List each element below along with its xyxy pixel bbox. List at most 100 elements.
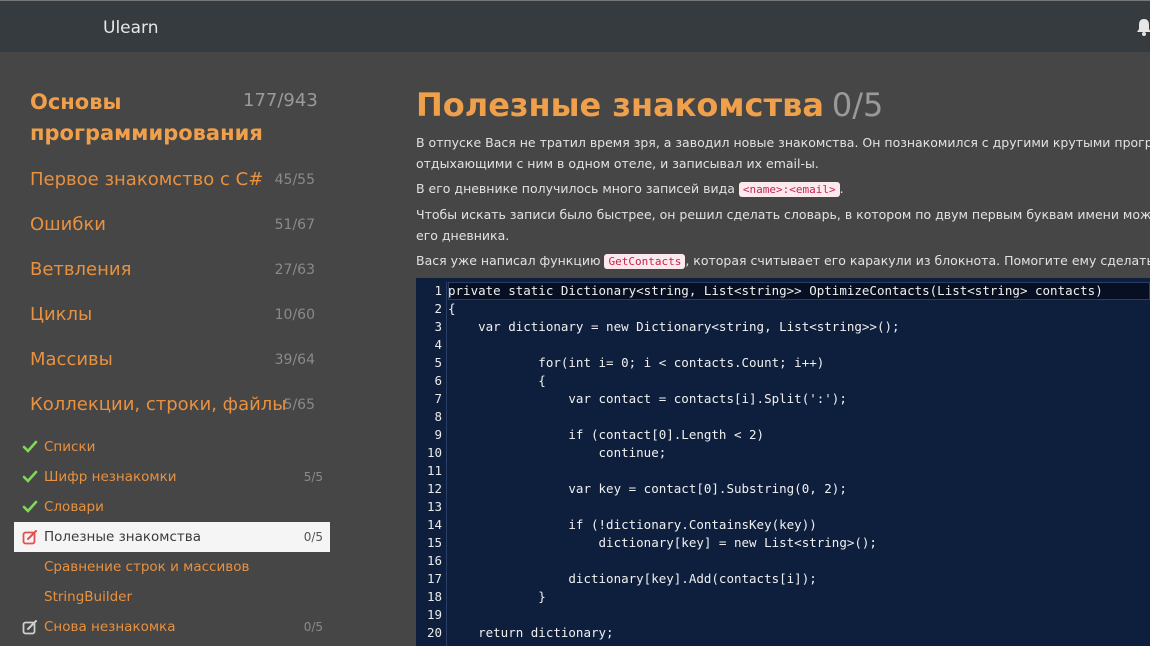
line-number: 8 — [434, 409, 442, 424]
line-number-row: 18 — [416, 588, 446, 606]
line-number-row: 4 — [416, 336, 446, 354]
code-line[interactable] — [448, 498, 1148, 516]
slide-score: 0/5 — [303, 530, 323, 544]
line-number-row: 17 — [416, 570, 446, 588]
line-number: 12 — [426, 481, 442, 496]
unit-title: Ветвления — [30, 259, 132, 280]
course-score: 177/943 — [243, 90, 318, 111]
code-area[interactable]: private static Dictionary<string, List<s… — [448, 282, 1148, 642]
code-line[interactable]: var dictionary = new Dictionary<string, … — [448, 318, 1148, 336]
inline-code: GetContacts — [604, 254, 686, 269]
paragraph-line: отдыхающими с ним в одном отеле, и запис… — [416, 156, 819, 171]
line-number: 5 — [434, 355, 442, 370]
line-number: 1 — [434, 283, 442, 298]
check-icon — [22, 500, 38, 513]
line-number-row: 15 — [416, 534, 446, 552]
slide-item-active[interactable]: Полезные знакомства 0/5 — [14, 522, 330, 552]
code-line[interactable]: for(int i= 0; i < contacts.Count; i++) — [448, 354, 1148, 372]
line-number-row: 14 — [416, 516, 446, 534]
code-line[interactable] — [448, 552, 1148, 570]
line-number: 10 — [426, 445, 442, 460]
unit-score: 51/67 — [274, 217, 315, 233]
code-line[interactable]: return dictionary; — [448, 624, 1148, 642]
unit-item[interactable]: Ветвления 27/63 — [30, 259, 330, 289]
line-number-row: 10 — [416, 444, 446, 462]
code-editor[interactable]: 1 2 3 4 5 6 7 8 9 10 11 12 13 14 15 16 17 18 19 20 private … — [416, 278, 1150, 646]
unit-item[interactable]: Коллекции, строки, файлы 5/65 — [30, 394, 330, 424]
slide-title: Шифр незнакомки — [44, 469, 177, 485]
unit-title: Массивы — [30, 349, 113, 370]
code-line-text: var key = contact[0].Substring(0, 2); — [448, 481, 847, 496]
task-paragraph: В его дневнике получилось много записей … — [416, 178, 1150, 200]
code-line[interactable]: var key = contact[0].Substring(0, 2); — [448, 480, 1148, 498]
course-sidebar: Основы программирования 177/943 Первое з… — [0, 52, 345, 646]
code-line-text: return dictionary; — [448, 625, 614, 640]
code-line[interactable]: dictionary[key] = new List<string>(); — [448, 534, 1148, 552]
code-line[interactable]: if (!dictionary.ContainsKey(key)) — [448, 516, 1148, 534]
paragraph-line: Чтобы искать записи было быстрее, он реш… — [416, 207, 1150, 222]
code-line[interactable]: if (contact[0].Length < 2) — [448, 426, 1148, 444]
paragraph-line: В отпуске Вася не тратил время зря, а за… — [416, 135, 1150, 150]
page-title: Полезные знакомства 0/5 — [416, 86, 883, 124]
unit-score: 10/60 — [274, 307, 315, 323]
code-line[interactable] — [448, 336, 1148, 354]
slide-title: Списки — [44, 439, 96, 455]
code-line-text: dictionary[key] = new List<string>(); — [448, 535, 877, 550]
top-navbar: Ulearn — [0, 0, 1150, 52]
line-number-row: 1 — [416, 282, 446, 300]
slide-score: 5/5 — [303, 470, 323, 484]
line-number-row: 7 — [416, 390, 446, 408]
line-number: 2 — [434, 301, 442, 316]
line-number-row: 20 — [416, 624, 446, 642]
code-line[interactable] — [448, 606, 1148, 624]
code-line[interactable] — [448, 462, 1148, 480]
code-line[interactable]: continue; — [448, 444, 1148, 462]
slide-item[interactable]: Словари — [14, 492, 330, 522]
line-number: 6 — [434, 373, 442, 388]
code-line[interactable]: var contact = contacts[i].Split(':'); — [448, 390, 1148, 408]
unit-item[interactable]: Массивы 39/64 — [30, 349, 330, 379]
unit-item[interactable]: Циклы 10/60 — [30, 304, 330, 334]
code-line[interactable] — [448, 408, 1148, 426]
line-number: 3 — [434, 319, 442, 334]
code-line-text: for(int i= 0; i < contacts.Count; i++) — [448, 355, 825, 370]
code-line[interactable]: dictionary[key].Add(contacts[i]); — [448, 570, 1148, 588]
unit-score: 5/65 — [283, 397, 315, 413]
line-number-row: 19 — [416, 606, 446, 624]
line-number-row: 5 — [416, 354, 446, 372]
code-line-text: continue; — [448, 445, 667, 460]
slide-item[interactable]: Сравнение строк и массивов — [14, 552, 330, 582]
paragraph-text: , которая считывает его каракули из блок… — [685, 253, 1150, 268]
unit-item[interactable]: Первое знакомство с C# 45/55 — [30, 169, 330, 199]
slide-item[interactable]: Списки — [14, 432, 330, 462]
line-number-row: 3 — [416, 318, 446, 336]
code-line[interactable]: { — [448, 372, 1148, 390]
slide-content: Полезные знакомства 0/5 В отпуске Вася не… — [416, 52, 1150, 646]
slide-item[interactable]: Шифр незнакомки 5/5 — [14, 462, 330, 492]
line-number-row: 16 — [416, 552, 446, 570]
line-number: 14 — [426, 517, 442, 532]
unit-item[interactable]: Ошибки 51/67 — [30, 214, 330, 244]
code-line-text: if (contact[0].Length < 2) — [448, 427, 765, 442]
slide-title: StringBuilder — [44, 589, 133, 605]
course-title[interactable]: Основы программирования — [30, 87, 263, 149]
paragraph-text: В его дневнике получилось много записей … — [416, 181, 739, 196]
paragraph-line: его дневника. — [416, 228, 510, 243]
check-icon — [22, 470, 38, 483]
code-line[interactable]: private static Dictionary<string, List<s… — [448, 282, 1148, 300]
code-line[interactable]: } — [448, 588, 1148, 606]
line-number: 19 — [426, 607, 442, 622]
bell-icon[interactable] — [1134, 17, 1150, 37]
line-number: 15 — [426, 535, 442, 550]
brand-logo[interactable]: Ulearn — [103, 18, 159, 38]
line-number: 7 — [434, 391, 442, 406]
line-number: 18 — [426, 589, 442, 604]
slide-item[interactable]: Снова незнакомка 0/5 — [14, 612, 330, 642]
code-line-text: var contact = contacts[i].Split(':'); — [448, 391, 847, 406]
line-number: 9 — [434, 427, 442, 442]
code-line[interactable]: { — [448, 300, 1148, 318]
code-line-text: private static Dictionary<string, List<s… — [448, 283, 1103, 298]
page-score: 0/5 — [831, 86, 884, 124]
line-number-gutter: 1 2 3 4 5 6 7 8 9 10 11 12 13 14 15 16 17 18 19 20 — [416, 282, 447, 646]
slide-item[interactable]: StringBuilder — [14, 582, 330, 612]
